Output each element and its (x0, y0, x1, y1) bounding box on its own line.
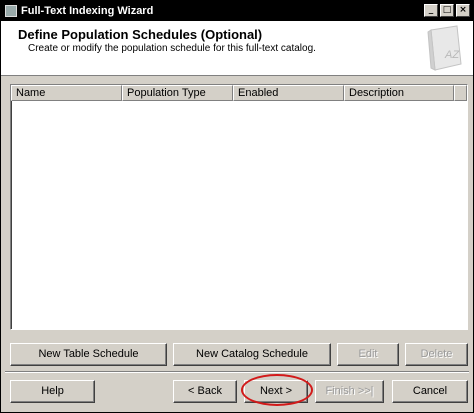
maximize-button[interactable]: □ (440, 4, 454, 17)
column-name[interactable]: Name (11, 85, 122, 101)
minimize-button[interactable]: _ (424, 4, 438, 17)
column-population-type[interactable]: Population Type (122, 85, 233, 101)
window-title: Full-Text Indexing Wizard (21, 5, 154, 17)
page-title: Define Population Schedules (Optional) (18, 27, 263, 42)
new-catalog-schedule-button[interactable]: New Catalog Schedule (173, 343, 331, 366)
new-table-schedule-button[interactable]: New Table Schedule (10, 343, 167, 366)
schedule-list[interactable]: Name Population Type Enabled Description (10, 84, 468, 330)
wizard-window: Full-Text Indexing Wizard _ □ × Define P… (0, 0, 474, 413)
title-bar[interactable]: Full-Text Indexing Wizard _ □ × (1, 1, 473, 21)
column-filler (454, 85, 467, 101)
book-icon: AZ (427, 25, 462, 71)
book-label: AZ (444, 49, 460, 61)
finish-button[interactable]: Finish >>| (315, 380, 384, 403)
column-description[interactable]: Description (344, 85, 454, 101)
app-icon (5, 5, 17, 17)
window-controls: _ □ × (424, 4, 470, 17)
close-button[interactable]: × (456, 4, 470, 17)
wizard-header: Define Population Schedules (Optional) C… (1, 21, 473, 76)
cancel-button[interactable]: Cancel (392, 380, 468, 403)
page-subtitle: Create or modify the population schedule… (28, 43, 316, 54)
next-button[interactable]: Next > (244, 380, 308, 403)
list-header: Name Population Type Enabled Description (11, 85, 467, 101)
back-button[interactable]: < Back (173, 380, 237, 403)
edit-button[interactable]: Edit (337, 343, 399, 366)
footer-separator (5, 371, 469, 373)
help-button[interactable]: Help (10, 380, 95, 403)
column-enabled[interactable]: Enabled (233, 85, 344, 101)
delete-button[interactable]: Delete (405, 343, 468, 366)
